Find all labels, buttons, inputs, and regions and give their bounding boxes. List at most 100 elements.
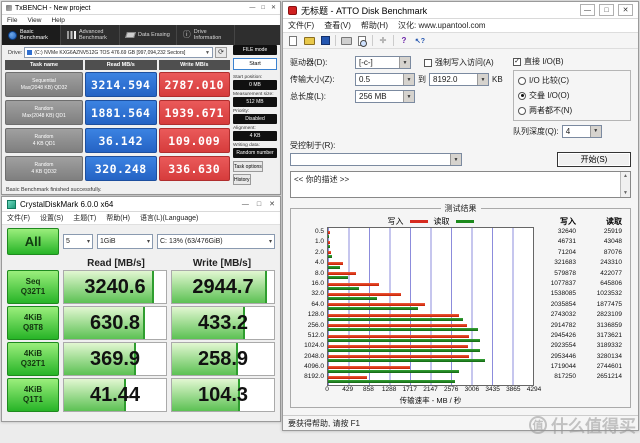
run-all-button[interactable]: All	[7, 228, 59, 255]
controlled-by-select[interactable]: ▼	[290, 153, 462, 166]
read-value: 2651214	[580, 372, 626, 382]
y-axis-labels: 0.51.02.04.08.016.032.064.0128.0256.0512…	[295, 227, 327, 386]
start-button[interactable]: Start	[233, 58, 277, 70]
label-line2: Q8T8	[23, 323, 43, 333]
description-box[interactable]: << 你的描述 >> ▲▼	[290, 171, 631, 198]
menu-item[interactable]: 语言(L)(Language)	[135, 213, 203, 223]
overlapped-io-radio[interactable]: 交叠 I/O(O)	[518, 88, 626, 103]
task-options-button[interactable]: Task options	[233, 161, 263, 172]
scroll-up-icon[interactable]: ▲	[623, 173, 628, 179]
total-length-label: 总长度(L):	[290, 91, 352, 102]
drive-row: Drive: (C:) NVMe KXG6AZNV512G TOS 476.69…	[5, 45, 230, 60]
menu-item[interactable]: 文件(F)	[283, 20, 319, 31]
test-size-select[interactable]: 1GiB▾	[97, 234, 153, 249]
neither-radio[interactable]: 两者都不(N)	[518, 103, 626, 118]
close-button[interactable]: ✕	[269, 201, 275, 208]
menu-item[interactable]: 帮助(H)	[101, 213, 135, 223]
write-bar	[328, 345, 468, 348]
io-compare-radio[interactable]: I/O 比较(C)	[518, 73, 626, 88]
write-bar	[328, 366, 410, 369]
benchmark-settings: Start position:0 MBMeasurement size:512 …	[233, 73, 277, 158]
write-header: Write [MB/s]	[169, 258, 275, 269]
y-tick-label: 64.0	[295, 300, 327, 310]
print-icon[interactable]	[341, 37, 352, 45]
menu-item[interactable]: 查看(V)	[319, 20, 356, 31]
tab-basic-benchmark[interactable]: Basic Benchmark	[2, 25, 61, 45]
scroll-down-icon[interactable]: ▼	[623, 190, 628, 196]
drive-select[interactable]: (C:) NVMe KXG6AZNV512G TOS 476.69 GB [99…	[24, 47, 213, 58]
write-bar	[328, 324, 467, 327]
close-button[interactable]: ✕	[271, 5, 276, 11]
write-value: 817250	[534, 372, 580, 382]
maximize-button[interactable]: □	[257, 201, 261, 208]
tab-info-benchmark[interactable]: Drive Information	[177, 25, 235, 45]
bar-chart-plot	[327, 227, 534, 386]
site-watermark: 值 什么值得买	[529, 412, 636, 437]
read-value-cell: 3214.594	[85, 72, 157, 97]
close-button[interactable]: ✕	[618, 4, 633, 16]
direct-io-checkbox[interactable]: ✓ 直接 I/O(B)	[513, 54, 631, 69]
print-preview-icon[interactable]	[358, 36, 366, 46]
tab-erase-benchmark[interactable]: Data Erasing	[120, 25, 177, 45]
menu-item[interactable]: Help	[46, 17, 69, 24]
save-file-icon[interactable]	[321, 36, 330, 45]
value-row: 4673143048	[534, 237, 626, 247]
menu-item[interactable]: File	[2, 17, 22, 24]
tab-label: Data Erasing	[138, 32, 170, 38]
test-label-button[interactable]: SeqQ32T1	[7, 270, 59, 304]
chart-legend: 写入 读取	[327, 216, 534, 227]
refresh-drive-button[interactable]: ⟳	[215, 47, 227, 58]
menu-item[interactable]: 设置(S)	[35, 213, 68, 223]
minimize-button[interactable]: —	[580, 4, 595, 16]
read-value-cell: 1881.564	[85, 100, 157, 125]
description-text[interactable]: << 你的描述 >>	[291, 172, 620, 197]
chevron-down-icon: ▼	[450, 154, 461, 165]
minimize-button[interactable]: —	[242, 201, 249, 208]
drive-select[interactable]: [-c-]▼	[355, 56, 411, 69]
task-name-cell: SequentialMax(2048 KB) QD32	[5, 72, 83, 97]
test-label-button[interactable]: 4KiBQ8T8	[7, 306, 59, 340]
menu-item[interactable]: 汉化: www.upantool.com	[393, 20, 491, 31]
radio-icon	[518, 77, 526, 85]
task-line2: 4 KB QD1	[33, 141, 56, 147]
tab-label: Basic Benchmark	[20, 29, 54, 41]
queue-depth-select[interactable]: 4▼	[562, 125, 602, 138]
write-bar	[328, 262, 343, 265]
test-label-button[interactable]: 4KiBQ1T1	[7, 378, 59, 412]
maximize-button[interactable]: □	[261, 5, 265, 11]
transfer-to-select[interactable]: 8192.0▼	[429, 73, 489, 86]
history-button[interactable]: History	[233, 174, 251, 185]
menu-item[interactable]: 主题(T)	[68, 213, 101, 223]
watermark-text: 什么值得买	[551, 412, 636, 437]
context-help-icon[interactable]: ↖?	[414, 35, 426, 47]
read-bar	[328, 276, 348, 279]
value-row: 579878422077	[534, 269, 626, 279]
total-length-select[interactable]: 256 MB▼	[355, 90, 415, 103]
read-value: 3173621	[580, 331, 626, 341]
scrollbar[interactable]: ▲▼	[620, 172, 630, 197]
minimize-button[interactable]: —	[249, 5, 255, 11]
menu-item[interactable]: 帮助(H)	[356, 20, 393, 31]
atto-app-icon	[288, 6, 297, 15]
test-label-button[interactable]: 4KiBQ32T1	[7, 342, 59, 376]
chart-row	[328, 281, 533, 291]
start-button[interactable]: 开始(S)	[557, 152, 631, 167]
target-drive-select[interactable]: C: 13% (63/476GiB)▾	[157, 234, 275, 249]
side-field-value: 512 MB	[233, 97, 277, 107]
maximize-button[interactable]: □	[599, 4, 614, 16]
chart-row	[328, 374, 533, 384]
help-icon[interactable]: ?	[398, 35, 410, 47]
new-file-icon[interactable]	[289, 36, 297, 46]
file-mode-button[interactable]: FILE mode	[233, 45, 277, 55]
open-file-icon[interactable]	[304, 37, 315, 45]
disk-icon	[27, 50, 32, 55]
menu-item[interactable]: View	[22, 17, 46, 24]
read-value: 630.8	[64, 307, 166, 339]
cdm-titlebar: CrystalDiskMark 6.0.0 x64 — □ ✕	[2, 197, 280, 212]
tab-advanced-benchmark[interactable]: Advanced Benchmark	[61, 25, 120, 45]
menu-item[interactable]: 文件(F)	[2, 213, 35, 223]
transfer-from-select[interactable]: 0.5▼	[355, 73, 415, 86]
read-value: 87076	[580, 248, 626, 258]
test-count-select[interactable]: 5▾	[63, 234, 93, 249]
force-write-checkbox[interactable]: 强制写入访问(A)	[424, 55, 494, 70]
